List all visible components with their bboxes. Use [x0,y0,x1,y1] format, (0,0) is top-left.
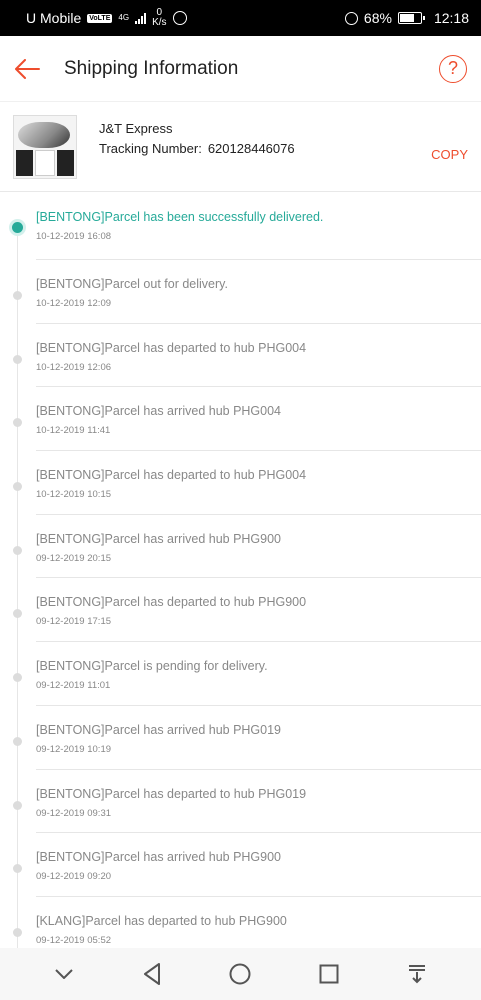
event-body: [BENTONG]Parcel has been successfully de… [36,192,481,260]
event-timestamp: 10-12-2019 12:06 [36,361,112,373]
event-description: [BENTONG]Parcel has arrived hub PHG900 [36,531,282,546]
timeline-event: [BENTONG]Parcel has arrived hub PHG900 09… [0,515,481,579]
battery-percent: 68% [363,10,392,26]
event-body: [BENTONG]Parcel has departed to hub PHG0… [36,451,481,515]
status-dot-icon [13,482,22,492]
event-body: [BENTONG]Parcel has arrived hub PHG004 10… [36,387,481,452]
event-body: [BENTONG]Parcel has departed to hub PHG0… [36,324,481,388]
tracking-timeline: [BENTONG]Parcel has been successfully de… [0,192,481,961]
event-timestamp: 10-12-2019 11:41 [36,425,111,437]
timeline-event: [BENTONG]Parcel has arrived hub PHG900 09… [0,833,481,897]
carrier-name: U Mobile [26,10,82,26]
back-triangle-icon[interactable] [140,962,164,986]
event-timestamp: 10-12-2019 16:08 [36,231,112,242]
carrier-info: J&T Express Tracking Number: 620128446076 [99,121,431,156]
event-description: [BENTONG]Parcel is pending for delivery. [36,659,268,674]
event-timestamp: 09-12-2019 11:01 [36,680,111,692]
timeline-event: [BENTONG]Parcel has departed to hub PHG0… [0,451,481,515]
volte-badge: VoLTE [87,13,113,23]
event-description: [BENTONG]Parcel has been successfully de… [36,210,324,224]
home-circle-icon[interactable] [228,962,252,986]
event-body: [BENTONG]Parcel has arrived hub PHG019 09… [36,706,481,770]
event-description: [BENTONG]Parcel has arrived hub PHG004 [36,404,282,419]
page-title: Shipping Information [64,57,239,79]
event-description: [BENTONG]Parcel out for delivery. [36,277,228,291]
system-nav-bar [0,948,481,1000]
event-description: [BENTONG]Parcel has departed to hub PHG0… [36,340,307,355]
status-dot-icon [13,418,22,428]
event-description: [BENTONG]Parcel has arrived hub PHG019 [36,722,282,737]
status-dot-icon [13,927,22,937]
event-timestamp: 09-12-2019 17:15 [36,616,112,628]
status-left: U Mobile VoLTE 4G 0 K/s [26,8,187,28]
event-timestamp: 09-12-2019 05:52 [36,934,112,946]
tracking-label: Tracking Number: [99,141,202,156]
signal-icon [135,12,147,24]
timeline-event: [BENTONG]Parcel has departed to hub PHG0… [0,324,481,388]
event-body: [BENTONG]Parcel has departed to hub PHG9… [36,578,481,643]
status-bar: U Mobile VoLTE 4G 0 K/s 68% 12:18 [0,0,481,36]
timeline-event: [BENTONG]Parcel has arrived hub PHG019 09… [0,706,481,770]
product-thumbnail [13,114,77,179]
battery-icon [397,12,425,24]
event-body: [BENTONG]Parcel has departed to hub PHG0… [36,770,481,834]
event-body: [BENTONG]Parcel has arrived hub PHG900 09… [36,515,481,579]
chevron-down-icon[interactable] [52,962,76,986]
status-dot-icon [13,800,22,810]
event-timestamp: 09-12-2019 09:20 [36,871,112,883]
timeline-event: [BENTONG]Parcel out for delivery. 10-12-2… [0,260,481,324]
event-timestamp: 09-12-2019 20:15 [36,552,112,564]
network-type: 4G [118,13,130,22]
status-dot-icon [13,545,22,555]
recents-square-icon[interactable] [317,962,341,986]
timeline-event: [BENTONG]Parcel has been successfully de… [0,192,481,260]
event-description: [KLANG]Parcel has departed to hub PHG900 [36,913,287,928]
event-timestamp: 10-12-2019 12:09 [36,298,112,309]
event-body: [BENTONG]Parcel out for delivery. 10-12-2… [36,260,481,324]
network-speed: 0 K/s [152,7,167,28]
status-dot-icon [13,609,22,619]
help-icon[interactable]: ? [439,54,467,83]
clock: 12:18 [433,10,469,26]
event-description: [BENTONG]Parcel has departed to hub PHG0… [36,786,307,801]
event-timestamp: 09-12-2019 09:31 [36,807,112,819]
event-description: [BENTONG]Parcel has arrived hub PHG900 [36,850,282,865]
tracking-value: 620128446076 [207,141,295,156]
event-body: [BENTONG]Parcel is pending for delivery.… [36,642,481,706]
status-dot-icon [13,354,22,364]
carrier-section: J&T Express Tracking Number: 620128446076… [0,102,481,192]
whatsapp-icon [172,11,187,25]
status-dot-icon [13,291,22,300]
timeline-event: [BENTONG]Parcel has arrived hub PHG004 10… [0,387,481,452]
status-dot-icon [13,864,22,874]
event-timestamp: 10-12-2019 10:15 [36,489,112,501]
courier-name: J&T Express [99,121,173,136]
alarm-icon [344,11,358,25]
notification-pull-icon[interactable] [405,962,429,986]
timeline-event: [BENTONG]Parcel is pending for delivery.… [0,642,481,706]
event-body: [BENTONG]Parcel has arrived hub PHG900 09… [36,833,481,897]
status-dot-icon [13,673,22,683]
active-status-dot-icon [12,222,23,233]
timeline-event: [BENTONG]Parcel has departed to hub PHG0… [0,770,481,834]
back-arrow-icon[interactable] [14,55,42,83]
event-timestamp: 09-12-2019 10:19 [36,743,112,755]
app-header: Shipping Information ? [0,36,481,102]
copy-button[interactable]: COPY [431,147,468,162]
event-description: [BENTONG]Parcel has departed to hub PHG9… [36,595,307,610]
timeline-event: [BENTONG]Parcel has departed to hub PHG9… [0,578,481,643]
tracking-number: Tracking Number: 620128446076 [99,141,431,156]
event-description: [BENTONG]Parcel has departed to hub PHG0… [36,468,307,483]
status-right: 68% 12:18 [344,10,469,26]
status-dot-icon [13,736,22,746]
